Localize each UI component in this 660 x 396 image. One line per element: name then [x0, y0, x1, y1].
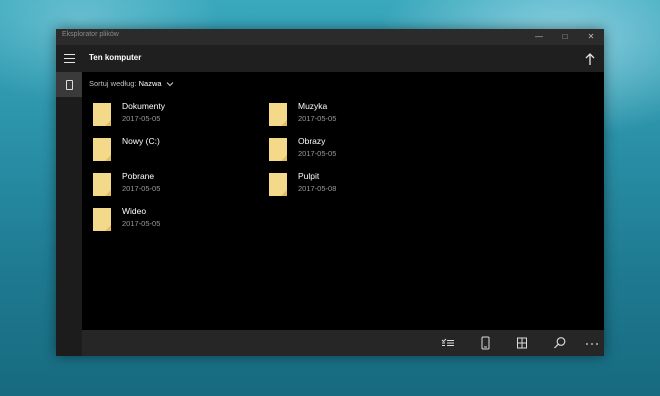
more-icon	[586, 343, 598, 345]
view-button[interactable]	[514, 336, 530, 350]
search-icon	[554, 337, 566, 349]
device-icon	[481, 336, 490, 350]
item-date: 2017-05-08	[298, 184, 337, 193]
item-date: 2017-05-05	[298, 114, 337, 123]
list-item[interactable]: Dokumenty 2017-05-05	[93, 101, 263, 133]
sidebar	[56, 72, 82, 356]
list-item[interactable]: Pulpit 2017-05-08	[269, 171, 439, 203]
maximize-icon: □	[562, 32, 568, 41]
select-items-button[interactable]	[440, 336, 456, 350]
window-title: Eksplorator plików	[62, 31, 119, 38]
item-name: Wideo	[122, 206, 147, 216]
sidebar-item-this-pc[interactable]	[56, 72, 82, 97]
item-date: 2017-05-05	[122, 184, 161, 193]
minimize-icon: —	[535, 32, 543, 41]
folder-icon	[93, 103, 111, 126]
item-name: Pulpit	[298, 171, 320, 181]
item-name: Muzyka	[298, 101, 328, 111]
chevron-down-icon	[166, 82, 174, 87]
item-name: Obrazy	[298, 136, 326, 146]
item-name: Pobrane	[122, 171, 155, 181]
item-date: 2017-05-05	[122, 219, 161, 228]
checklist-icon	[441, 338, 454, 346]
sort-label: Sortuj według:	[89, 79, 137, 88]
minimize-button[interactable]: —	[526, 29, 552, 45]
grid-view-icon	[517, 337, 527, 349]
folder-icon	[93, 138, 111, 161]
search-button[interactable]	[552, 336, 568, 350]
navigate-up-button[interactable]	[584, 52, 596, 66]
item-date: 2017-05-05	[298, 149, 337, 158]
folder-icon	[93, 173, 111, 196]
folder-icon	[269, 103, 287, 126]
command-bar	[82, 330, 604, 356]
folder-icon	[269, 173, 287, 196]
list-item[interactable]: Obrazy 2017-05-05	[269, 136, 439, 168]
hamburger-menu-icon[interactable]	[64, 54, 75, 63]
phone-device-icon	[66, 80, 73, 90]
file-explorer-window: Eksplorator plików — □ ✕ Ten komputer So…	[56, 29, 604, 356]
sort-value: Nazwa	[138, 79, 162, 88]
close-icon: ✕	[587, 32, 595, 41]
device-button[interactable]	[477, 336, 493, 350]
maximize-button[interactable]: □	[552, 29, 578, 45]
item-date: 2017-05-05	[122, 114, 161, 123]
list-item[interactable]: Muzyka 2017-05-05	[269, 101, 439, 133]
list-item[interactable]: Pobrane 2017-05-05	[93, 171, 263, 203]
location-header: Ten komputer	[56, 45, 604, 72]
list-item[interactable]: Wideo 2017-05-05	[93, 206, 263, 238]
location-title: Ten komputer	[89, 53, 142, 62]
arrow-up-icon	[585, 53, 595, 65]
close-button[interactable]: ✕	[578, 29, 604, 45]
item-name: Dokumenty	[122, 101, 165, 111]
item-name: Nowy (C:)	[122, 136, 160, 146]
list-item[interactable]: Nowy (C:)	[93, 136, 263, 168]
folder-icon	[93, 208, 111, 231]
folder-icon	[269, 138, 287, 161]
sort-dropdown[interactable]: Sortuj według: Nazwa	[89, 79, 174, 88]
title-bar[interactable]: Eksplorator plików — □ ✕	[56, 29, 604, 45]
more-button[interactable]	[584, 336, 600, 350]
